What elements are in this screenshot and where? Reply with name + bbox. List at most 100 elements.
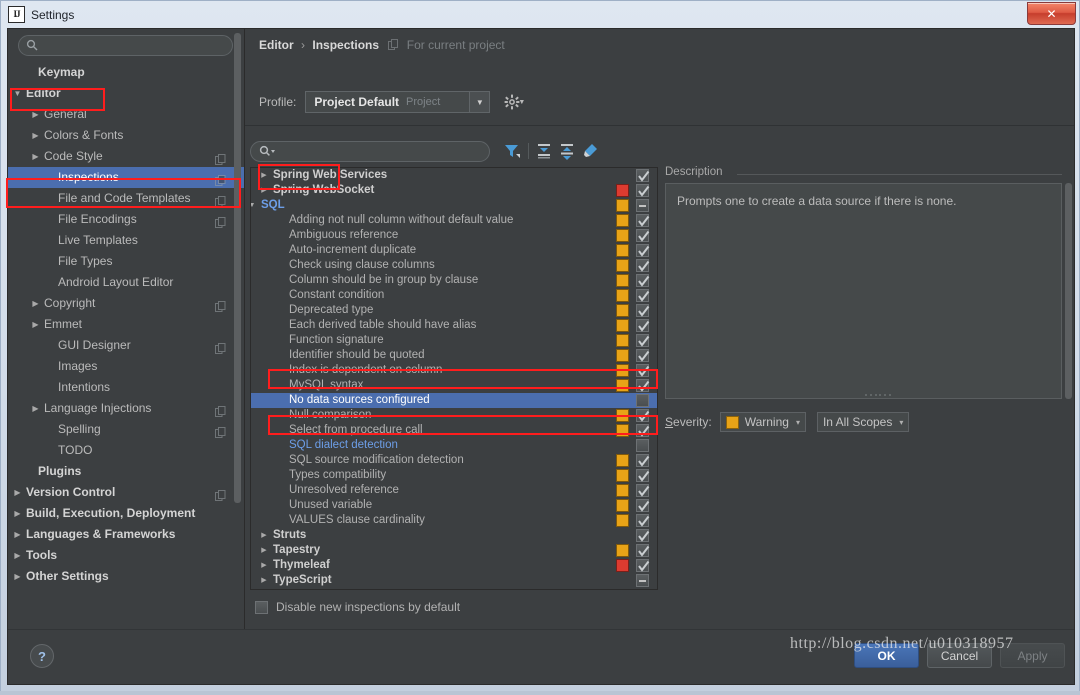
reset-icon[interactable] xyxy=(581,142,599,160)
inspection-checkbox[interactable] xyxy=(636,304,650,317)
inspection-row[interactable]: Identifier should be quoted xyxy=(251,348,657,363)
severity-swatch-warning[interactable] xyxy=(616,229,629,242)
inspection-checkbox[interactable] xyxy=(636,364,650,377)
chevron-right-icon[interactable]: ▶ xyxy=(30,398,41,419)
apply-button[interactable]: Apply xyxy=(1000,643,1065,668)
inspection-checkbox[interactable] xyxy=(636,454,650,467)
inspection-row[interactable]: Types compatibility xyxy=(251,468,657,483)
severity-select[interactable]: Warning ▾ xyxy=(719,412,806,432)
chevron-down-icon[interactable]: ▼ xyxy=(469,92,490,112)
severity-swatch-error[interactable] xyxy=(616,184,629,197)
severity-swatch-warning[interactable] xyxy=(616,589,629,590)
inspection-checkbox[interactable] xyxy=(636,199,649,212)
inspection-checkbox[interactable] xyxy=(636,439,649,452)
sidebar-item-images[interactable]: Images xyxy=(8,356,244,377)
inspection-checkbox[interactable] xyxy=(636,559,650,572)
chevron-right-icon[interactable]: ▶ xyxy=(259,573,269,588)
severity-swatch-warning[interactable] xyxy=(616,544,629,557)
inspection-row[interactable]: Unresolved reference xyxy=(251,483,657,498)
inspection-row[interactable]: VALUES clause cardinality xyxy=(251,513,657,528)
inspection-checkbox[interactable] xyxy=(636,394,649,407)
severity-swatch-warning[interactable] xyxy=(616,409,629,422)
inspection-checkbox[interactable] xyxy=(636,289,650,302)
severity-swatch-warning[interactable] xyxy=(616,319,629,332)
chevron-down-icon[interactable]: ▼ xyxy=(12,83,23,104)
inspection-checkbox[interactable] xyxy=(636,469,650,482)
disable-new-inspections-checkbox[interactable] xyxy=(255,600,268,614)
chevron-right-icon[interactable]: ▶ xyxy=(30,314,41,335)
sidebar-item-spelling[interactable]: Spelling xyxy=(8,419,244,440)
sidebar-item-todo[interactable]: TODO xyxy=(8,440,244,461)
inspection-search[interactable] xyxy=(250,141,490,162)
help-icon[interactable]: ? xyxy=(30,644,54,668)
chevron-down-icon[interactable]: ▾ xyxy=(899,418,903,427)
sidebar-item-plugins[interactable]: Plugins xyxy=(8,461,244,482)
sidebar-item-file-and-code-templates[interactable]: File and Code Templates xyxy=(8,188,244,209)
sidebar-item-keymap[interactable]: Keymap xyxy=(8,62,244,83)
cancel-button[interactable]: Cancel xyxy=(927,643,992,668)
inspection-checkbox[interactable] xyxy=(636,334,650,347)
inspection-group-row[interactable]: ▶ Struts xyxy=(251,528,657,543)
chevron-right-icon[interactable]: ▶ xyxy=(12,524,23,545)
description-scrollbar[interactable] xyxy=(1065,183,1072,399)
chevron-right-icon[interactable]: ▶ xyxy=(259,528,269,543)
inspection-group-row[interactable]: ▼ SQL xyxy=(251,198,657,213)
sidebar-item-copyright[interactable]: ▶ Copyright xyxy=(8,293,244,314)
chevron-down-icon[interactable]: ▾ xyxy=(796,418,800,427)
inspection-group-row[interactable]: ▶ Spring Web Services xyxy=(251,168,657,183)
splitter-handle[interactable] xyxy=(865,393,891,397)
chevron-right-icon[interactable]: ▶ xyxy=(259,543,269,558)
sidebar-item-inspections[interactable]: Inspections xyxy=(8,167,244,188)
severity-swatch-warning[interactable] xyxy=(616,289,629,302)
sidebar-tree[interactable]: Keymap ▼ Editor ▶ General ▶ Colors & Fonts ▶ Cod… xyxy=(8,62,244,630)
inspection-search-input[interactable] xyxy=(250,141,490,162)
chevron-right-icon[interactable]: ▶ xyxy=(30,104,41,125)
disable-new-inspections-row[interactable]: Disable new inspections by default xyxy=(255,600,460,614)
breadcrumb-parent[interactable]: Editor xyxy=(259,38,294,52)
inspection-row[interactable]: Check using clause columns xyxy=(251,258,657,273)
gear-icon[interactable]: ▼ xyxy=(504,94,525,110)
inspection-checkbox[interactable] xyxy=(636,589,649,590)
inspection-checkbox[interactable] xyxy=(636,544,650,557)
description-box[interactable]: Prompts one to create a data source if t… xyxy=(665,183,1062,399)
inspection-row[interactable]: SQL source modification detection xyxy=(251,453,657,468)
sidebar-item-version-control[interactable]: ▶ Version Control xyxy=(8,482,244,503)
sidebar-item-languages-frameworks[interactable]: ▶ Languages & Frameworks xyxy=(8,524,244,545)
inspection-checkbox[interactable] xyxy=(636,379,650,392)
chevron-right-icon[interactable]: ▶ xyxy=(12,503,23,524)
severity-swatch-warning[interactable] xyxy=(616,454,629,467)
severity-swatch-warning[interactable] xyxy=(616,274,629,287)
chevron-right-icon[interactable]: ▶ xyxy=(30,125,41,146)
sidebar-item-tools[interactable]: ▶ Tools xyxy=(8,545,244,566)
sidebar-item-general[interactable]: ▶ General xyxy=(8,104,244,125)
inspection-row[interactable]: Ambiguous reference xyxy=(251,228,657,243)
chevron-down-icon[interactable]: ▼ xyxy=(251,198,257,213)
inspection-checkbox[interactable] xyxy=(636,349,650,362)
severity-swatch-warning[interactable] xyxy=(616,214,629,227)
inspection-group-row[interactable]: ▶ Thymeleaf xyxy=(251,558,657,573)
severity-swatch-warning[interactable] xyxy=(616,379,629,392)
chevron-right-icon[interactable]: ▶ xyxy=(12,482,23,503)
sidebar-item-other-settings[interactable]: ▶ Other Settings xyxy=(8,566,244,587)
severity-swatch-warning[interactable] xyxy=(616,484,629,497)
sidebar-item-file-types[interactable]: File Types xyxy=(8,251,244,272)
inspection-checkbox[interactable] xyxy=(636,499,650,512)
inspection-checkbox[interactable] xyxy=(636,229,650,242)
inspection-row[interactable]: Auto-increment duplicate xyxy=(251,243,657,258)
ok-button[interactable]: OK xyxy=(854,643,919,668)
chevron-right-icon[interactable]: ▶ xyxy=(30,293,41,314)
severity-swatch-warning[interactable] xyxy=(616,499,629,512)
inspection-row[interactable]: SQL dialect detection xyxy=(251,438,657,453)
close-icon[interactable]: ✕ xyxy=(1027,2,1076,25)
sidebar-item-code-style[interactable]: ▶ Code Style xyxy=(8,146,244,167)
inspection-checkbox[interactable] xyxy=(636,214,650,227)
chevron-right-icon[interactable]: ▶ xyxy=(30,146,41,167)
severity-swatch-warning[interactable] xyxy=(616,349,629,362)
severity-swatch-warning[interactable] xyxy=(616,424,629,437)
severity-swatch-warning[interactable] xyxy=(616,199,629,212)
sidebar-search[interactable] xyxy=(18,35,233,56)
inspection-checkbox[interactable] xyxy=(636,169,650,182)
inspection-checkbox[interactable] xyxy=(636,484,650,497)
sidebar-item-gui-designer[interactable]: GUI Designer xyxy=(8,335,244,356)
severity-swatch-warning[interactable] xyxy=(616,469,629,482)
